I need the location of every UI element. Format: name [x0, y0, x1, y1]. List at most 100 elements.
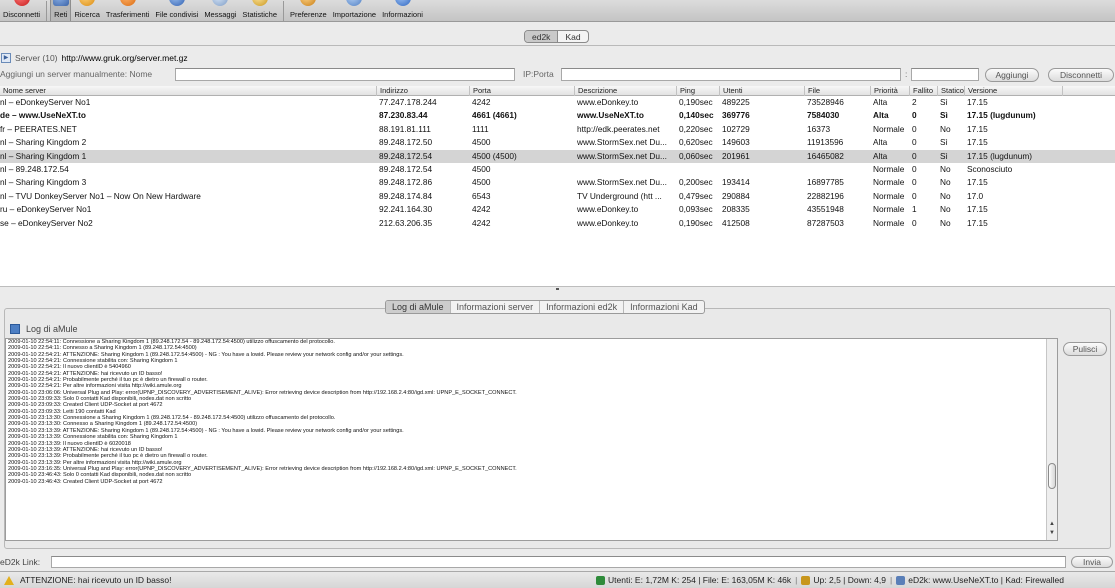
column-header-failed[interactable]: Fallito — [910, 86, 938, 96]
status-message: ATTENZIONE: hai ricevuto un ID basso! — [4, 575, 171, 585]
cell-files: 16373 — [807, 123, 831, 134]
cell-name: nl – TVU DonkeyServer No1 – Now On New H… — [0, 190, 201, 201]
toolbar-transfers-button[interactable]: Trasferimenti — [103, 0, 152, 21]
cell-static: Sì — [940, 137, 948, 148]
server-name-input[interactable] — [175, 68, 515, 81]
ed2k-link-label: eD2k Link: — [0, 557, 41, 567]
toolbar-networks-button[interactable]: Reti — [50, 0, 72, 21]
tab-ed2k[interactable]: ed2k — [525, 31, 559, 42]
column-header-ping[interactable]: Ping — [677, 86, 720, 96]
column-header-static[interactable]: Statico — [938, 86, 965, 96]
cell-priority: Normale — [873, 163, 905, 174]
cell-ping: 0,093sec — [679, 204, 713, 215]
disconnect-icon — [13, 0, 30, 6]
cell-name: nl – Sharing Kingdom 3 — [0, 177, 87, 188]
cell-ping: 0,220sec — [679, 123, 713, 134]
toolbar-preferences-button[interactable]: Preferenze — [287, 0, 330, 21]
cell-version: 17.0 — [967, 190, 984, 201]
disconnect-server-button[interactable]: Disconnetti — [1048, 68, 1114, 82]
table-row[interactable]: nl – 89.248.172.54 89.248.172.54 4500 Norma… — [0, 163, 1115, 176]
log-textarea[interactable]: 2009-01-10 22:54:11: Connessione a Shari… — [5, 338, 1058, 541]
status-separator: | — [795, 575, 798, 585]
disclosure-triangle-icon[interactable]: ▶ — [1, 52, 11, 63]
column-header-version[interactable]: Versione — [965, 86, 1063, 96]
column-header-description[interactable]: Descrizione — [575, 86, 677, 96]
ed2k-link-input[interactable] — [51, 556, 1066, 568]
cell-ping: 0,060sec — [679, 150, 713, 161]
cell-address: 88.191.81.111 — [379, 123, 431, 134]
cell-address: 89.248.172.86 — [379, 177, 433, 188]
send-link-button[interactable]: Invia — [1071, 556, 1113, 568]
server-port-input[interactable] — [911, 68, 979, 81]
column-header-priority[interactable]: Priorità — [871, 86, 910, 96]
add-server-name-label: Aggiungi un server manualmente: Nome — [0, 69, 153, 79]
tab-server-info[interactable]: Informazioni server — [451, 301, 541, 313]
toolbar-disconnect-button[interactable]: Disconnetti — [0, 0, 43, 21]
toolbar-messages-button[interactable]: Messaggi — [201, 0, 239, 21]
toolbar-separator — [283, 1, 285, 21]
table-row[interactable]: nl – Sharing Kingdom 1 89.248.172.54 4500 … — [0, 149, 1115, 163]
toolbar-label: Messaggi — [204, 10, 237, 19]
splitter-handle[interactable] — [0, 286, 1115, 294]
log-tabs: Log di aMule Informazioni server Informa… — [385, 300, 705, 314]
table-row[interactable]: nl – eDonkeyServer No1 77.247.178.244 4242… — [0, 96, 1115, 109]
cell-name: fr – PEERATES.NET — [0, 123, 77, 134]
toolbar-shared-files-button[interactable]: File condivisi — [152, 0, 201, 21]
server-ip-input[interactable] — [561, 68, 901, 81]
toolbar-search-button[interactable]: Ricerca — [71, 0, 102, 21]
main-toolbar: Disconnetti Reti Ricerca Trasferimenti F… — [0, 0, 1115, 22]
cell-address: 92.241.164.30 — [379, 204, 433, 215]
status-message-text: ATTENZIONE: hai ricevuto un ID basso! — [20, 575, 172, 585]
messages-icon — [212, 0, 229, 6]
column-header-port[interactable]: Porta — [470, 86, 575, 96]
cell-address: 89.248.174.84 — [379, 190, 433, 201]
column-header-name[interactable]: Nome server — [0, 86, 377, 96]
cell-static: Sì — [940, 150, 948, 161]
scrollbar-thumb[interactable] — [1048, 463, 1056, 489]
table-row[interactable]: de – www.UseNeXT.to 87.230.83.44 4661 (466… — [0, 109, 1115, 122]
preferences-icon — [300, 0, 317, 6]
add-server-button[interactable]: Aggiungi — [985, 68, 1039, 82]
cell-failed: 0 — [912, 190, 917, 201]
tab-kad[interactable]: Kad — [558, 31, 587, 42]
status-rates: Up: 2,5 | Down: 4,9 — [813, 575, 886, 585]
column-header-address[interactable]: Indirizzo — [377, 86, 470, 96]
cell-address: 89.248.172.54 — [379, 150, 433, 161]
cell-users: 102729 — [722, 123, 750, 134]
table-row[interactable]: nl – Sharing Kingdom 3 89.248.172.86 4500 w… — [0, 176, 1115, 189]
server-met-url[interactable]: http://www.gruk.org/server.met.gz — [62, 53, 188, 63]
tab-ed2k-info[interactable]: Informazioni ed2k — [540, 301, 625, 313]
warning-icon — [4, 575, 14, 585]
cell-files: 16897785 — [807, 177, 844, 188]
table-row[interactable]: nl – TVU DonkeyServer No1 – Now On New H… — [0, 190, 1115, 203]
cell-port: 4661 (4661) — [472, 110, 517, 121]
table-row[interactable]: nl – Sharing Kingdom 2 89.248.172.50 4500 w… — [0, 136, 1115, 149]
toolbar-statistics-button[interactable]: Statistiche — [239, 0, 280, 21]
tab-kad-info[interactable]: Informazioni Kad — [624, 301, 704, 313]
table-row[interactable]: se – eDonkeyServer No2 212.63.206.35 4242 w… — [0, 217, 1115, 230]
log-icon — [10, 324, 20, 334]
log-scrollbar[interactable]: ▲ ▼ — [1046, 339, 1057, 540]
cell-static: No — [940, 190, 951, 201]
cell-name: se – eDonkeyServer No2 — [0, 217, 93, 228]
toolbar-info-button[interactable]: Informazioni — [379, 0, 426, 21]
column-header-users[interactable]: Utenti — [720, 86, 805, 96]
cell-failed: 1 — [912, 204, 917, 215]
cell-description: www.StormSex.net Du... — [577, 150, 667, 161]
clear-log-button[interactable]: Pulisci — [1063, 342, 1107, 356]
cell-ping: 0,190sec — [679, 217, 713, 228]
toolbar-import-button[interactable]: Importazione — [330, 0, 379, 21]
cell-description: www.eDonkey.to — [577, 217, 639, 228]
cell-port: 4500 — [472, 163, 491, 174]
tab-amule-log[interactable]: Log di aMule — [386, 301, 451, 313]
scroll-up-arrow-icon[interactable]: ▲ — [1048, 520, 1056, 528]
cell-files: 73528946 — [807, 97, 844, 107]
table-row[interactable]: ru – eDonkeyServer No1 92.241.164.30 4242 w… — [0, 203, 1115, 216]
import-icon — [346, 0, 363, 6]
cell-static: Sì — [940, 110, 948, 121]
column-header-files[interactable]: File — [805, 86, 871, 96]
table-row[interactable]: fr – PEERATES.NET 88.191.81.111 1111 http:/… — [0, 123, 1115, 136]
scroll-down-arrow-icon[interactable]: ▼ — [1048, 529, 1056, 537]
cell-description: www.eDonkey.to — [577, 204, 639, 215]
cell-address: 89.248.172.54 — [379, 163, 433, 174]
